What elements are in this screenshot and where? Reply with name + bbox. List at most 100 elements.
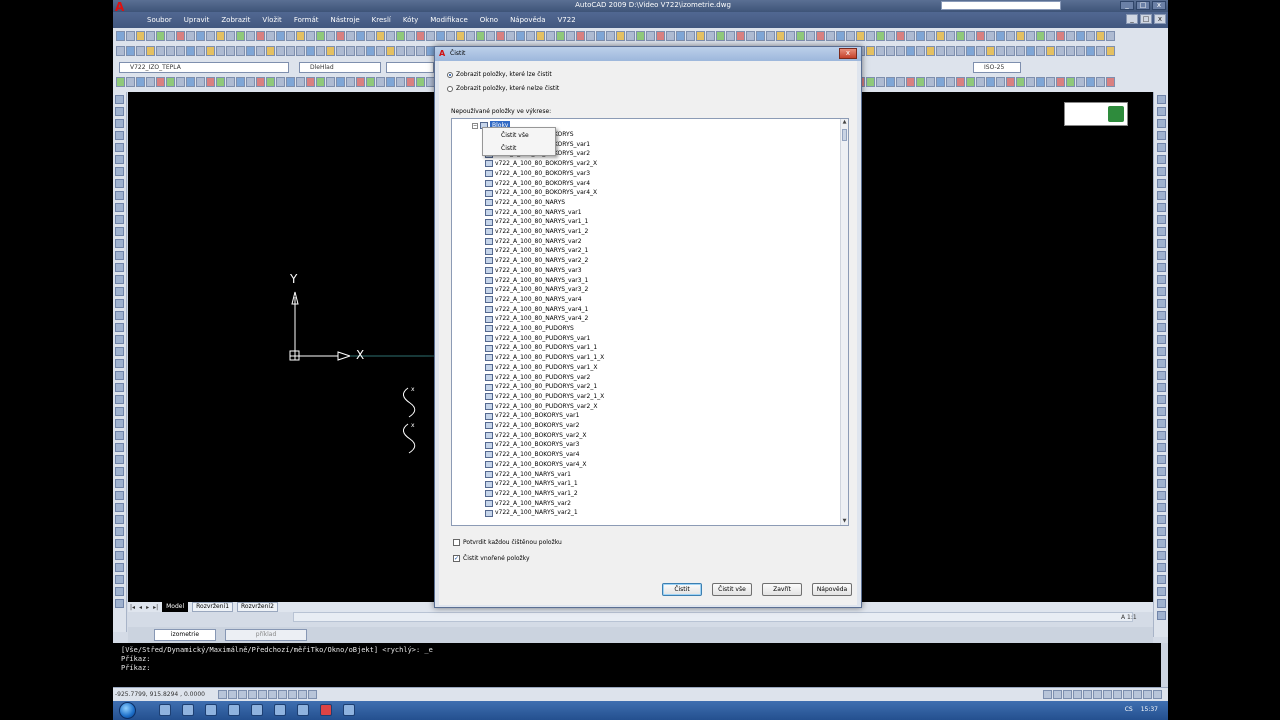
color-combo[interactable]: DleHlad [299,62,381,73]
toolbar-button[interactable] [296,46,305,56]
maximize-button[interactable]: □ [1136,1,1150,10]
toolbar-button[interactable] [366,46,375,56]
toolbar-button[interactable] [115,311,124,320]
toolbar-button[interactable] [306,46,315,56]
toolbar-button[interactable] [1076,46,1085,56]
toolbar-button[interactable] [115,179,124,188]
checkbox-confirm[interactable]: Potvrdit každou čištěnou položku [453,539,562,546]
toolbar-button[interactable] [1076,77,1085,87]
toolbar-button[interactable] [596,31,605,41]
toolbar-button[interactable] [186,31,195,41]
toolbar-button[interactable] [466,31,475,41]
toolbar-button[interactable] [115,359,124,368]
toolbar-button[interactable] [376,46,385,56]
toolbar-button[interactable] [356,77,365,87]
toolbar-button[interactable] [396,77,405,87]
toolbar-button[interactable] [886,46,895,56]
toolbar-button[interactable] [298,690,307,699]
help-button[interactable]: Nápověda [812,583,852,596]
explorer-icon[interactable] [159,704,171,716]
toolbar-button[interactable] [146,46,155,56]
toolbar-button[interactable] [926,46,935,56]
toolbar-button[interactable] [1046,31,1055,41]
toolbar-button[interactable] [1157,203,1166,212]
toolbar-button[interactable] [926,31,935,41]
toolbar-button[interactable] [166,77,175,87]
toolbar-button[interactable] [115,563,124,572]
toolbar-button[interactable] [816,31,825,41]
toolbar-button[interactable] [1157,527,1166,536]
language-indicator[interactable]: CS [1125,706,1133,713]
toolbar-button[interactable] [426,31,435,41]
toolbar-button[interactable] [386,77,395,87]
tree-item[interactable]: v722_A_100_80_NARYS_var1_2 [485,227,588,237]
toolbar-button[interactable] [1157,515,1166,524]
toolbar-button[interactable] [876,77,885,87]
tree-item[interactable]: v722_A_100_BOKORYS_var1 [485,411,579,421]
toolbar-button[interactable] [115,95,124,104]
toolbar-button[interactable] [196,46,205,56]
menu-modifikace[interactable]: Modifikace [424,16,474,24]
toolbar-button[interactable] [766,31,775,41]
tree-item[interactable]: v722_A_100_80_BOKORYS_var2_X [485,159,597,169]
toolbar-button[interactable] [796,31,805,41]
tree-item[interactable]: v722_A_100_80_NARYS_var3 [485,266,582,276]
toolbar-button[interactable] [115,215,124,224]
toolbar-button[interactable] [156,31,165,41]
toolbar-button[interactable] [115,419,124,428]
toolbar-button[interactable] [316,31,325,41]
toolbar-button[interactable] [296,77,305,87]
toolbar-button[interactable] [396,46,405,56]
toolbar-button[interactable] [216,77,225,87]
autocad-taskbar-icon[interactable] [320,704,332,716]
toolbar-button[interactable] [876,46,885,56]
toolbar-button[interactable] [346,46,355,56]
toolbar-button[interactable] [1006,46,1015,56]
toolbar-button[interactable] [436,31,445,41]
toolbar-button[interactable] [1066,77,1075,87]
toolbar-button[interactable] [116,46,125,56]
tree-item[interactable]: v722_A_100_BOKORYS_var2 [485,421,579,431]
steering-icon[interactable] [1108,106,1124,122]
toolbar-button[interactable] [546,31,555,41]
toolbar-button[interactable] [1157,371,1166,380]
toolbar-button[interactable] [1133,690,1142,699]
checkbox-nested[interactable]: ✓ Čistit vnořené položky [453,555,530,562]
toolbar-button[interactable] [1157,563,1166,572]
dialog-close-button[interactable]: x [839,48,857,59]
toolbar-button[interactable] [248,690,257,699]
menu-zobrazit[interactable]: Zobrazit [215,16,256,24]
radio-can-purge[interactable]: Zobrazit položky, které lze čistit [447,71,552,78]
toolbar-button[interactable] [1157,347,1166,356]
toolbar-button[interactable] [526,31,535,41]
toolbar-button[interactable] [986,31,995,41]
palette-tab-priklad[interactable]: příklad [225,629,307,641]
toolbar-button[interactable] [308,690,317,699]
toolbar-button[interactable] [1016,46,1025,56]
toolbar-button[interactable] [416,31,425,41]
toolbar-button[interactable] [1157,443,1166,452]
checkbox-checked-icon[interactable]: ✓ [453,555,460,562]
tree-item[interactable]: v722_A_100_NARYS_var2_1 [485,508,578,518]
toolbar-button[interactable] [966,46,975,56]
toolbar-button[interactable] [278,690,287,699]
toolbar-button[interactable] [696,31,705,41]
toolbar-button[interactable] [115,263,124,272]
tree-item[interactable]: v722_A_100_80_NARYS_var1 [485,208,582,218]
dimstyle-combo[interactable]: ISO-25 [973,62,1021,73]
layer-combo[interactable]: V722_IZO_TEPLA [119,62,289,73]
toolbar-button[interactable] [776,31,785,41]
toolbar-button[interactable] [956,31,965,41]
menu-okno[interactable]: Okno [474,16,504,24]
green-app-icon[interactable] [297,704,309,716]
toolbar-button[interactable] [115,527,124,536]
tree-item[interactable]: v722_A_100_NARYS_var2 [485,499,571,509]
toolbar-button[interactable] [115,443,124,452]
toolbar-button[interactable] [406,46,415,56]
toolbar-button[interactable] [115,299,124,308]
toolbar-button[interactable] [196,77,205,87]
toolbar-button[interactable] [336,46,345,56]
toolbar-button[interactable] [236,77,245,87]
toolbar-button[interactable] [616,31,625,41]
toolbar-button[interactable] [856,31,865,41]
